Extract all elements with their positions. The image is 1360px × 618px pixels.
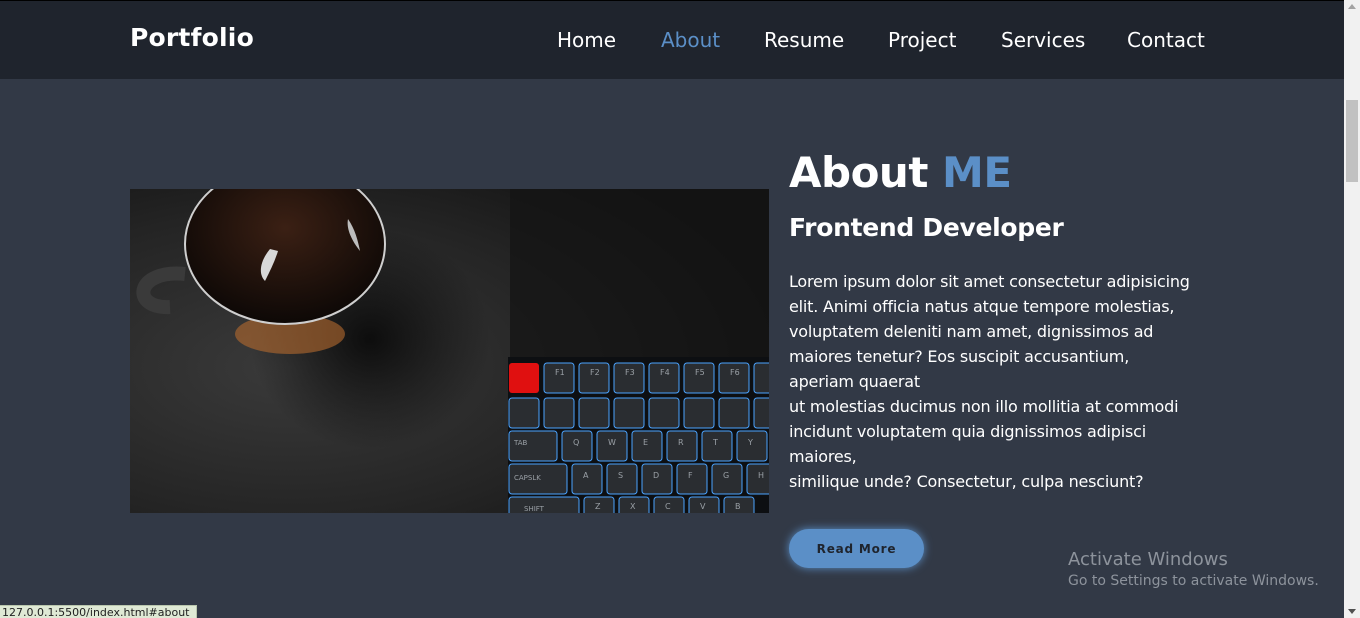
key-label: W — [608, 438, 616, 447]
key-label: C — [665, 502, 671, 511]
key-label: F5 — [695, 368, 705, 377]
status-bar-url: 127.0.0.1:5500/index.html#about — [0, 605, 197, 618]
key-label: R — [678, 438, 684, 447]
nav-project[interactable]: Project — [888, 28, 956, 52]
scroll-thumb[interactable] — [1346, 100, 1358, 182]
key-label: H — [758, 471, 764, 480]
key-label: Z — [595, 502, 601, 511]
key-label: X — [630, 502, 636, 511]
nav-contact[interactable]: Contact — [1127, 28, 1205, 52]
key-label: F4 — [660, 368, 670, 377]
key-label: SHIFT — [524, 505, 545, 513]
nav-about[interactable]: About — [661, 28, 720, 52]
paragraph-line: voluptatem deleniti nam amet, dignissimo… — [789, 322, 1154, 341]
about-paragraph: Lorem ipsum dolor sit amet consectetur a… — [789, 269, 1219, 494]
key-label: F1 — [555, 368, 565, 377]
paragraph-line: Lorem ipsum dolor sit amet consectetur a… — [789, 272, 1190, 291]
watermark-title: Activate Windows — [1068, 549, 1228, 570]
activate-windows-watermark: Activate Windows Go to Settings to activ… — [1068, 549, 1319, 589]
about-title: About ME — [789, 148, 1012, 197]
key-label: G — [723, 471, 729, 480]
paragraph-line: aperiam quaerat — [789, 372, 920, 391]
coffee-keyboard-photo: F1 F2 F3 F4 F5 F6 TAB Q W E R T Y CAPSLK… — [130, 189, 769, 513]
scroll-down-arrow-icon[interactable] — [1348, 609, 1356, 614]
key-label: D — [653, 471, 659, 480]
paragraph-line: ut molestias ducimus non illo mollitia a… — [789, 397, 1179, 416]
key-label: T — [712, 438, 718, 447]
key-label: F3 — [625, 368, 635, 377]
about-subtitle: Frontend Developer — [789, 213, 1064, 242]
key-label: S — [618, 471, 623, 480]
key-label: F6 — [730, 368, 740, 377]
paragraph-line: maiores tenetur? Eos suscipit accusantiu… — [789, 347, 1130, 366]
watermark-subtitle: Go to Settings to activate Windows. — [1068, 573, 1319, 589]
site-header: Portfolio Home About Resume Project Serv… — [0, 0, 1344, 79]
read-more-button[interactable]: Read More — [789, 529, 924, 568]
key-label: Y — [747, 438, 753, 447]
key-label: F2 — [590, 368, 600, 377]
paragraph-line: incidunt voluptatem quia dignissimos adi… — [789, 422, 1146, 441]
key-label: F — [688, 471, 693, 480]
nav-home[interactable]: Home — [557, 28, 616, 52]
key-label: Q — [573, 438, 579, 447]
about-image: F1 F2 F3 F4 F5 F6 TAB Q W E R T Y CAPSLK… — [130, 189, 769, 513]
key-label: V — [700, 502, 706, 511]
main-nav: Home About Resume Project Services Conta… — [0, 28, 1344, 58]
paragraph-line: maiores, — [789, 447, 857, 466]
about-title-main: About — [789, 148, 928, 197]
key-label: B — [735, 502, 741, 511]
key-label: CAPSLK — [514, 474, 541, 482]
key-label: TAB — [513, 439, 528, 447]
vertical-scrollbar[interactable] — [1344, 0, 1360, 618]
scroll-up-arrow-icon[interactable] — [1348, 4, 1356, 9]
page: Portfolio Home About Resume Project Serv… — [0, 0, 1360, 618]
paragraph-line: elit. Animi officia natus atque tempore … — [789, 297, 1175, 316]
nav-resume[interactable]: Resume — [764, 28, 844, 52]
key-label: A — [583, 471, 589, 480]
paragraph-line: similique unde? Consectetur, culpa nesci… — [789, 472, 1144, 491]
about-title-accent: ME — [942, 148, 1012, 197]
key-label: E — [643, 438, 648, 447]
nav-services[interactable]: Services — [1001, 28, 1085, 52]
